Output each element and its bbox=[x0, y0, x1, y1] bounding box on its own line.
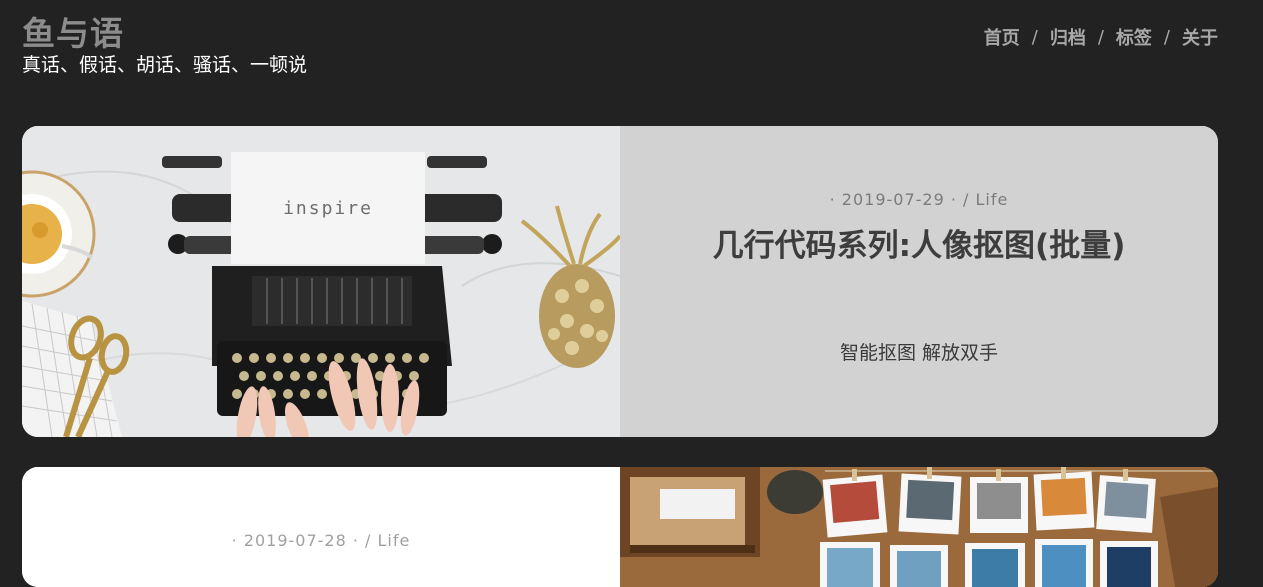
main-nav: 首页 / 归档 / 标签 / 关于 bbox=[984, 24, 1218, 50]
post-cover-image[interactable]: inspire bbox=[22, 126, 620, 437]
site-title[interactable]: 鱼与语 bbox=[22, 12, 124, 56]
nav-separator: / bbox=[1031, 26, 1038, 48]
post-meta: · 2019-07-28 · / Life bbox=[231, 531, 411, 550]
post-excerpt: 智能抠图 解放双手 bbox=[839, 342, 999, 364]
nav-separator: / bbox=[1097, 26, 1104, 48]
site-subtitle: 真话、假话、胡话、骚话、一顿说 bbox=[22, 54, 308, 76]
post-card[interactable]: inspire · 2019-07-29 · / Life 几行代码系列:人像抠… bbox=[22, 126, 1218, 437]
post-meta: · 2019-07-29 · / Life bbox=[829, 190, 1009, 209]
typewriter-photo: inspire bbox=[22, 126, 620, 437]
nav-about-link[interactable]: 关于 bbox=[1182, 24, 1218, 50]
nav-separator: / bbox=[1163, 26, 1170, 48]
nav-home-link[interactable]: 首页 bbox=[984, 24, 1020, 50]
post-summary: · 2019-07-28 · / Life bbox=[22, 467, 620, 587]
post-cover-image[interactable] bbox=[620, 467, 1218, 587]
post-card[interactable]: · 2019-07-28 · / Life bbox=[22, 467, 1218, 587]
nav-archive-link[interactable]: 归档 bbox=[1050, 24, 1086, 50]
nav-tags-link[interactable]: 标签 bbox=[1116, 24, 1152, 50]
polaroid-photo bbox=[620, 467, 1218, 587]
paper-text: inspire bbox=[283, 198, 373, 219]
post-title[interactable]: 几行代码系列:人像抠图(批量) bbox=[620, 220, 1218, 265]
post-summary: · 2019-07-29 · / Life 几行代码系列:人像抠图(批量) 智能… bbox=[620, 126, 1218, 437]
site-header: 鱼与语 真话、假话、胡话、骚话、一顿说 首页 / 归档 / 标签 / 关于 bbox=[0, 0, 1263, 100]
